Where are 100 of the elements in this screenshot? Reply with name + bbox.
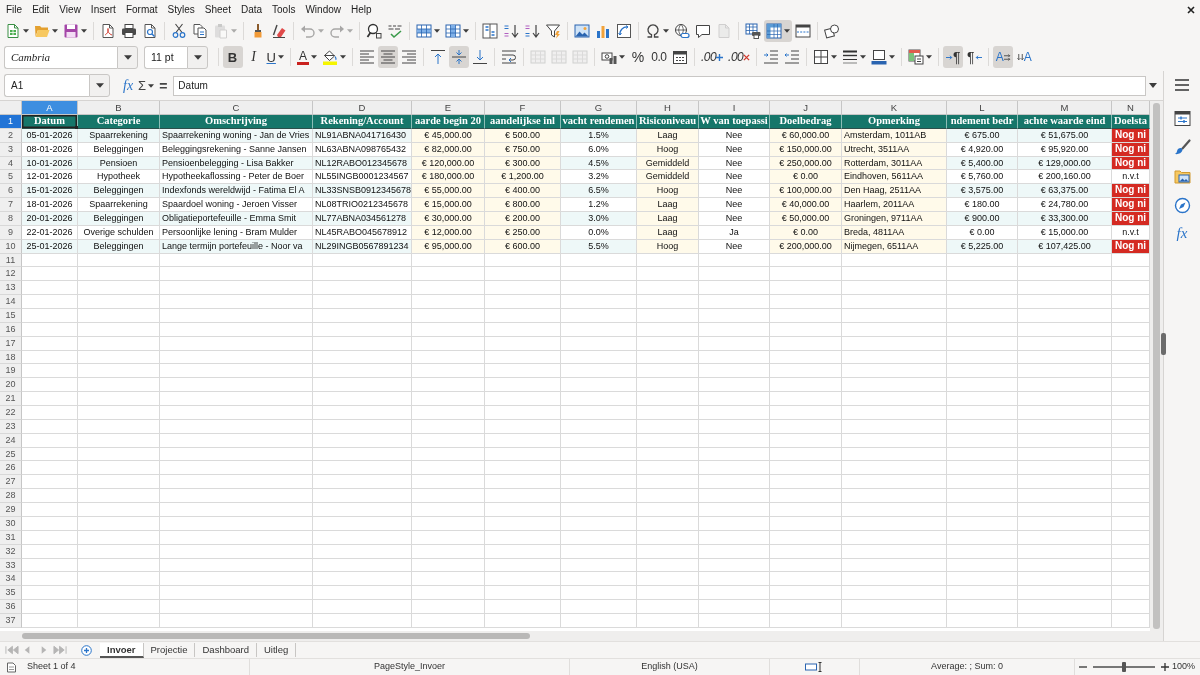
sheet-tab[interactable]: Invoer	[100, 642, 144, 658]
sum-button[interactable]: Σ	[136, 79, 157, 92]
row-header[interactable]: 21	[0, 392, 22, 407]
paint-bucket-icon	[321, 49, 338, 65]
table-cell: Beleggingen	[78, 212, 160, 226]
formula-input[interactable]: Datum	[173, 75, 1147, 96]
row-header[interactable]: 27	[0, 475, 22, 490]
bold-button[interactable]: B	[222, 46, 243, 68]
row-header[interactable]: 22	[0, 406, 22, 420]
horizontal-scrollbar[interactable]	[0, 631, 1163, 641]
column-header[interactable]: B	[78, 101, 160, 115]
arrows-right-icon	[1003, 53, 1011, 61]
row-header[interactable]: 35	[0, 586, 22, 601]
add-decimal-button[interactable]: .00	[698, 46, 726, 68]
add-icon[interactable]	[81, 644, 92, 656]
copy-icon	[191, 23, 208, 39]
column-header[interactable]: L	[947, 101, 1018, 115]
menu-item[interactable]: Data	[235, 2, 268, 17]
row-header[interactable]: 6	[0, 184, 22, 199]
row-header[interactable]: 34	[0, 572, 22, 587]
column-header[interactable]: K	[842, 101, 947, 115]
column-header[interactable]: F	[485, 101, 561, 115]
row-header[interactable]: 7	[0, 198, 22, 212]
menu-item[interactable]: Tools	[267, 2, 301, 17]
selection-mode-icon[interactable]	[805, 662, 824, 672]
menu-item[interactable]: Sheet	[199, 2, 236, 17]
properties-icon[interactable]	[1173, 110, 1191, 127]
delete-decimal-button[interactable]: .00	[726, 46, 753, 68]
split-window-icon	[794, 23, 811, 39]
dropdown-button[interactable]	[89, 74, 110, 97]
sheet-tab[interactable]: Projectie	[143, 643, 196, 657]
right-to-left-button[interactable]: ¶	[964, 46, 985, 68]
border-color-icon	[871, 49, 888, 65]
column-header[interactable]: M	[1018, 101, 1112, 115]
column-header[interactable]: J	[770, 101, 842, 115]
conditional-format-button[interactable]	[906, 46, 935, 68]
magnifier-icon	[365, 23, 382, 39]
formula-button[interactable]: =	[156, 78, 171, 93]
text-vertical-button[interactable]: A	[1014, 46, 1035, 68]
column-header[interactable]: N	[1112, 101, 1150, 115]
zoom-slider-thumb[interactable]	[1121, 662, 1126, 672]
functions-button[interactable]: fx	[1176, 226, 1188, 241]
minus-icon[interactable]	[1078, 663, 1087, 671]
compass-icon[interactable]	[1173, 197, 1191, 214]
row-header[interactable]: 29	[0, 503, 22, 517]
menu-item[interactable]: File	[1, 2, 28, 17]
plus-icon[interactable]	[1160, 663, 1169, 671]
row-header[interactable]: 15	[0, 309, 22, 323]
function-wizard-button[interactable]: fx	[120, 78, 137, 93]
caret-icon[interactable]	[1149, 83, 1158, 88]
percent-button[interactable]: %	[627, 46, 648, 68]
dropdown-button[interactable]	[117, 45, 138, 69]
menu-item[interactable]: View	[54, 2, 86, 17]
header-cell: Doelsta	[1112, 115, 1150, 129]
sidebar-handle[interactable]	[1161, 333, 1166, 355]
freeze-cells-button[interactable]	[763, 20, 792, 42]
menu-item[interactable]: Window	[300, 2, 346, 17]
dropdown-button[interactable]	[187, 45, 208, 69]
italic-button[interactable]: I	[243, 46, 264, 68]
sheet-tab[interactable]: Dashboard	[195, 643, 257, 657]
row-header[interactable]: 36	[0, 600, 22, 614]
row-header[interactable]: 8	[0, 212, 22, 226]
column-header[interactable]: H	[637, 101, 699, 115]
menu-item[interactable]: Format	[120, 2, 163, 17]
row-header[interactable]: 13	[0, 281, 22, 296]
column-header[interactable]: E	[412, 101, 485, 115]
column-header[interactable]: I	[699, 101, 770, 115]
document-icon	[715, 23, 732, 39]
column-header[interactable]: G	[561, 101, 637, 115]
sheet-tab[interactable]: Uitleg	[256, 643, 297, 657]
column-header[interactable]: C	[160, 101, 313, 115]
number-format-button[interactable]: 0.0	[648, 46, 669, 68]
menu-item[interactable]: Styles	[162, 2, 200, 17]
font-size-field[interactable]: 11 pt	[144, 45, 187, 69]
document-status-icon[interactable]	[6, 661, 17, 673]
print-area-button[interactable]	[742, 20, 763, 42]
underline-button[interactable]: U	[264, 46, 286, 68]
menu-item[interactable]: Insert	[85, 2, 121, 17]
font-color-button[interactable]: A	[294, 46, 319, 68]
header-cell: aarde begin 20	[412, 115, 485, 129]
menu-item[interactable]: Edit	[27, 2, 55, 17]
row-header[interactable]: 26	[0, 461, 22, 476]
close-icon[interactable]	[1187, 5, 1195, 14]
font-name-field[interactable]: Cambria	[4, 45, 117, 69]
name-box-field[interactable]: A1	[4, 74, 89, 97]
row-header[interactable]: 14	[0, 295, 22, 310]
gallery-icon[interactable]	[1173, 168, 1191, 185]
row-header[interactable]: 28	[0, 489, 22, 504]
left-to-right-button[interactable]: ¶	[943, 46, 964, 68]
brush-icon[interactable]	[1173, 139, 1191, 156]
row-header[interactable]: 20	[0, 378, 22, 393]
scrollbar-thumb[interactable]	[22, 633, 530, 639]
row-header[interactable]: 12	[0, 267, 22, 282]
column-header[interactable]: D	[313, 101, 412, 115]
table-cell: € 800.00	[485, 198, 561, 212]
menu-item[interactable]: Help	[346, 2, 377, 17]
row-header[interactable]: 5	[0, 170, 22, 185]
menu-icon[interactable]	[1175, 79, 1189, 91]
row-header[interactable]: 1	[0, 115, 22, 129]
row-header[interactable]: 19	[0, 364, 22, 379]
